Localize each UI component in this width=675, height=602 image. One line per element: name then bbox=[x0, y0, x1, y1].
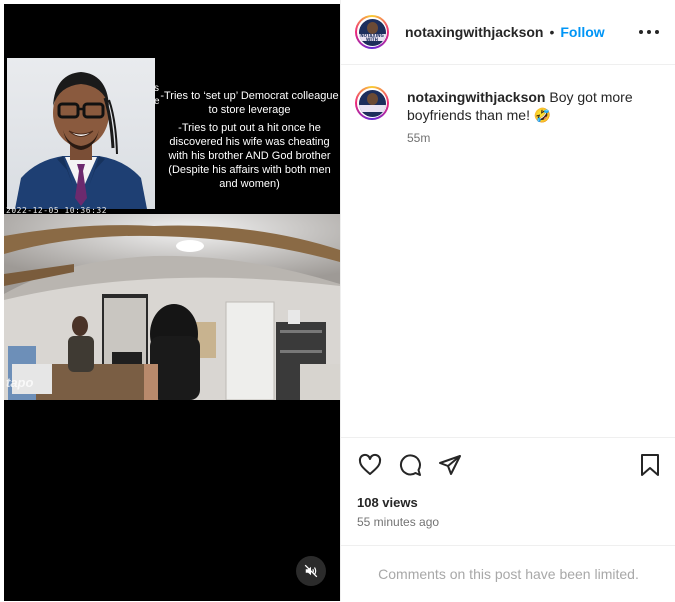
save-button[interactable] bbox=[637, 452, 663, 478]
comments-limited-notice: Comments on this post have been limited. bbox=[341, 545, 675, 602]
more-options-button[interactable] bbox=[639, 24, 659, 40]
caption-line: (Despite his affairs with both men and w… bbox=[168, 164, 331, 190]
media-top-panel: s e -Tries to ‘set up’ Democrat colleagu… bbox=[4, 4, 340, 209]
share-button[interactable] bbox=[437, 452, 463, 478]
video-caption-overlay: -Tries to ‘set up’ Democrat colleague to… bbox=[159, 89, 340, 195]
post-details-panel: NOTAXING WITH JACKSON notaxingwithjackso… bbox=[340, 0, 675, 601]
like-button[interactable] bbox=[357, 452, 383, 478]
view-count[interactable]: 108 views bbox=[357, 495, 418, 510]
avatar-logo-text: NOTAXING WITH JACKSON bbox=[360, 32, 384, 46]
speaker-muted-icon bbox=[304, 564, 318, 578]
bookmark-icon bbox=[639, 453, 661, 477]
post-header: NOTAXING WITH JACKSON notaxingwithjackso… bbox=[341, 0, 675, 65]
post-dialog: s e -Tries to ‘set up’ Democrat colleagu… bbox=[0, 0, 675, 601]
caption-username[interactable]: notaxingwithjackson bbox=[407, 89, 545, 105]
caption-line: -Tries to ‘set up’ Democrat colleague to… bbox=[160, 90, 339, 116]
comment-button[interactable] bbox=[397, 452, 423, 478]
more-dots-icon bbox=[639, 30, 643, 34]
camera-brand-logo: tapo bbox=[6, 375, 34, 390]
separator-dot: • bbox=[549, 24, 555, 40]
heart-icon bbox=[358, 453, 382, 477]
share-icon bbox=[438, 453, 462, 477]
caption-author-avatar[interactable] bbox=[355, 86, 389, 120]
author-username[interactable]: notaxingwithjackson bbox=[405, 24, 543, 40]
post-actions-section: 108 views 55 minutes ago bbox=[341, 437, 675, 546]
post-timestamp[interactable]: 55 minutes ago bbox=[357, 515, 439, 529]
post-caption: notaxingwithjackson Boy got more boyfrie… bbox=[407, 88, 647, 124]
comment-icon bbox=[398, 453, 422, 477]
security-camera-video bbox=[4, 214, 340, 400]
post-media[interactable]: s e -Tries to ‘set up’ Democrat colleagu… bbox=[4, 4, 340, 601]
mute-toggle-button[interactable] bbox=[296, 556, 326, 586]
author-avatar[interactable]: NOTAXING WITH JACKSON bbox=[355, 15, 389, 49]
caption-line: -Tries to put out a hit once he discover… bbox=[168, 122, 331, 162]
follow-button[interactable]: Follow bbox=[560, 24, 604, 40]
caption-timestamp[interactable]: 55m bbox=[407, 131, 430, 145]
portrait-image bbox=[7, 58, 155, 209]
